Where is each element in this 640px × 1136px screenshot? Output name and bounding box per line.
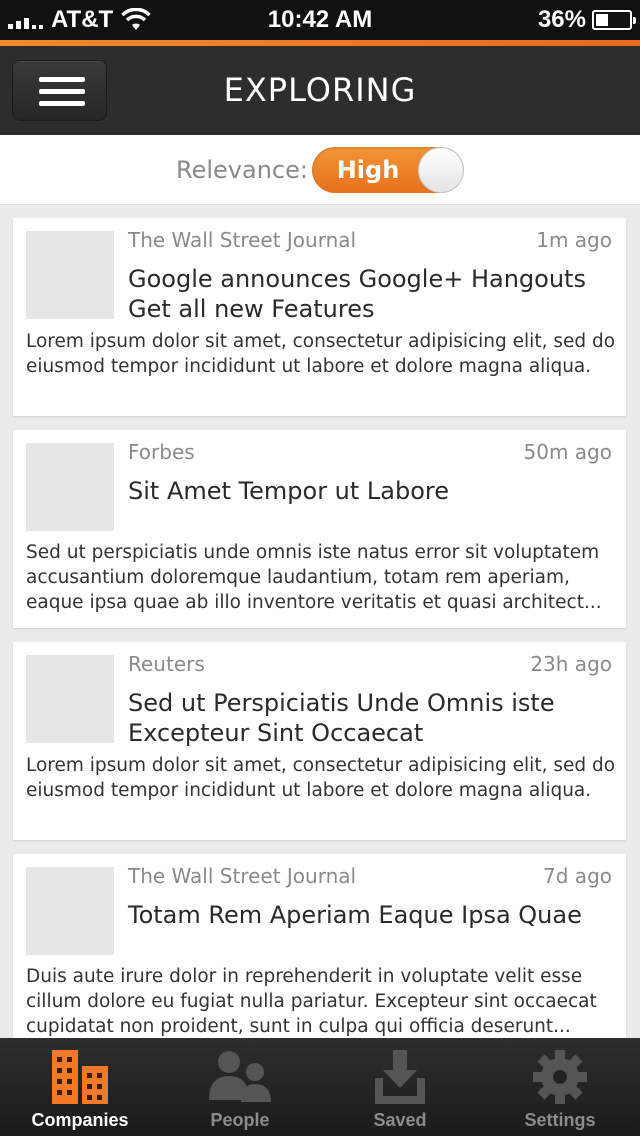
battery-icon [592, 10, 636, 30]
article-snippet: Sed ut perspiciatis unde omnis iste natu… [26, 542, 602, 613]
article-time: 7d ago [543, 864, 612, 888]
relevance-label: Relevance: [176, 156, 308, 184]
article-source: Forbes [128, 440, 195, 464]
article-source: The Wall Street Journal [128, 864, 357, 888]
relevance-bar: Relevance: High [0, 135, 640, 205]
article-time: 50m ago [523, 440, 612, 464]
tab-settings[interactable]: Settings [480, 1038, 640, 1136]
article-thumbnail [26, 443, 114, 531]
tab-saved[interactable]: Saved [320, 1038, 480, 1136]
article-thumbnail [26, 231, 114, 319]
article-feed[interactable]: The Wall Street Journal 1m ago Google an… [0, 205, 640, 1038]
article-snippet: Duis aute irure dolor in reprehenderit i… [26, 966, 597, 1037]
toggle-knob[interactable] [418, 147, 464, 193]
tab-label: Saved [373, 1110, 427, 1130]
status-bar: AT&T 10:42 AM 36% [0, 0, 640, 40]
article-headline[interactable]: Totam Rem Aperiam Eaque Ipsa Quae [128, 900, 608, 930]
tab-label: Settings [524, 1110, 596, 1130]
article-thumbnail [26, 655, 114, 743]
article-card[interactable]: The Wall Street Journal 1m ago Google an… [13, 218, 626, 416]
relevance-toggle-value: High [336, 156, 400, 184]
article-snippet: Lorem ipsum dolor sit amet, consectetur … [26, 755, 616, 801]
tab-people[interactable]: People [160, 1038, 320, 1136]
nav-bar: EXPLORING [0, 46, 640, 135]
article-card[interactable]: Reuters 23h ago Sed ut Perspiciatis Unde… [13, 642, 626, 840]
article-card[interactable]: The Wall Street Journal 7d ago Totam Rem… [13, 854, 626, 1038]
download-tray-icon [375, 1050, 425, 1104]
article-source: Reuters [128, 652, 205, 676]
article-headline[interactable]: Sit Amet Tempor ut Labore [128, 476, 608, 506]
article-time: 1m ago [536, 228, 612, 252]
tab-label: Companies [31, 1110, 129, 1130]
article-headline[interactable]: Sed ut Perspiciatis Unde Omnis iste Exce… [128, 688, 608, 748]
article-card[interactable]: Forbes 50m ago Sit Amet Tempor ut Labore… [13, 430, 626, 628]
article-source: The Wall Street Journal [128, 228, 357, 252]
tab-label: People [210, 1110, 270, 1130]
people-icon [209, 1051, 271, 1102]
article-time: 23h ago [530, 652, 612, 676]
status-right: 36% [537, 0, 636, 40]
relevance-toggle[interactable]: High [312, 147, 464, 193]
buildings-icon [52, 1050, 108, 1104]
tab-bar: Companies People Saved Settings [0, 1038, 640, 1136]
tab-companies[interactable]: Companies [0, 1038, 160, 1136]
page-title: EXPLORING [223, 71, 417, 109]
article-headline[interactable]: Google announces Google+ Hangouts Get al… [128, 264, 608, 324]
battery-percentage: 36% [537, 6, 586, 33]
article-thumbnail [26, 867, 114, 955]
gear-icon [533, 1050, 587, 1104]
article-snippet: Lorem ipsum dolor sit amet, consectetur … [26, 331, 616, 377]
